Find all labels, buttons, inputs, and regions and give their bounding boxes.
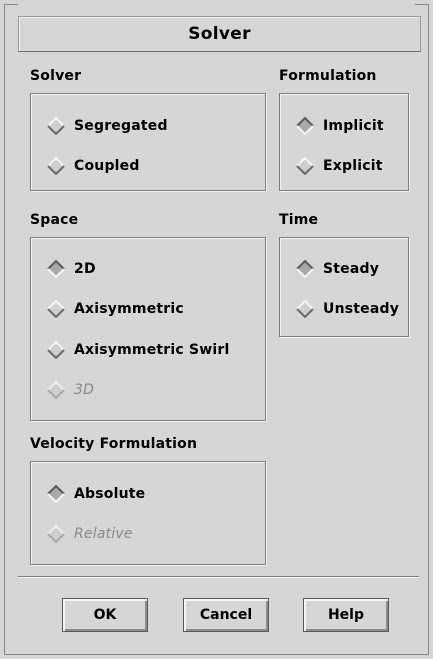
dialog-title: Solver bbox=[188, 24, 251, 44]
time-group-label: Time bbox=[279, 212, 319, 228]
frame-bottom-edge bbox=[4, 654, 429, 655]
diamond-radio-icon bbox=[47, 157, 65, 175]
radio-axisymmetric[interactable]: Axisymmetric bbox=[47, 297, 184, 321]
diamond-radio-icon bbox=[296, 300, 314, 318]
diamond-radio-icon bbox=[47, 300, 65, 318]
formulation-group: Implicit Explicit bbox=[279, 93, 409, 191]
radio-label: Axisymmetric bbox=[74, 301, 184, 317]
velocity-formulation-group-label: Velocity Formulation bbox=[30, 436, 198, 452]
frame-right-edge bbox=[428, 4, 429, 655]
radio-explicit[interactable]: Explicit bbox=[296, 154, 383, 178]
diamond-radio-icon bbox=[47, 381, 65, 399]
radio-label: Steady bbox=[323, 261, 380, 277]
button-separator bbox=[18, 576, 419, 578]
diamond-radio-icon bbox=[47, 525, 65, 543]
radio-label: Coupled bbox=[74, 158, 140, 174]
radio-label: 2D bbox=[74, 261, 96, 277]
cancel-button[interactable]: Cancel bbox=[183, 598, 269, 632]
help-button[interactable]: Help bbox=[303, 598, 389, 632]
radio-3d[interactable]: 3D bbox=[47, 378, 94, 402]
radio-label: Explicit bbox=[323, 158, 383, 174]
radio-2d[interactable]: 2D bbox=[47, 257, 96, 281]
radio-label: Implicit bbox=[323, 118, 384, 134]
diamond-radio-icon bbox=[296, 260, 314, 278]
ok-button[interactable]: OK bbox=[62, 598, 148, 632]
diamond-radio-icon bbox=[47, 117, 65, 135]
velocity-formulation-group: Absolute Relative bbox=[30, 461, 266, 565]
title-bar[interactable]: Solver bbox=[18, 16, 421, 52]
radio-relative[interactable]: Relative bbox=[47, 522, 133, 546]
radio-segregated[interactable]: Segregated bbox=[47, 114, 168, 138]
radio-absolute[interactable]: Absolute bbox=[47, 482, 145, 506]
radio-axisymmetric-swirl[interactable]: Axisymmetric Swirl bbox=[47, 338, 229, 362]
solver-dialog: Solver Solver Segregated Coupled Formula… bbox=[0, 0, 433, 659]
radio-label: Unsteady bbox=[323, 301, 400, 317]
diamond-radio-icon bbox=[47, 485, 65, 503]
space-group-label: Space bbox=[30, 212, 79, 228]
radio-label: Axisymmetric Swirl bbox=[74, 342, 230, 358]
radio-steady[interactable]: Steady bbox=[296, 257, 379, 281]
time-group: Steady Unsteady bbox=[279, 237, 409, 337]
diamond-radio-icon bbox=[296, 157, 314, 175]
frame-left-edge bbox=[4, 4, 5, 655]
radio-unsteady[interactable]: Unsteady bbox=[296, 297, 399, 321]
formulation-group-label: Formulation bbox=[279, 68, 377, 84]
radio-label: Relative bbox=[74, 526, 133, 542]
solver-group-label: Solver bbox=[30, 68, 82, 84]
diamond-radio-icon bbox=[47, 260, 65, 278]
space-group: 2D Axisymmetric Axisymmetric Swirl 3D bbox=[30, 237, 266, 421]
frame-top-tick-left bbox=[4, 4, 18, 5]
radio-label: 3D bbox=[74, 382, 95, 398]
radio-label: Absolute bbox=[74, 486, 146, 502]
solver-group: Segregated Coupled bbox=[30, 93, 266, 191]
frame-top-tick-right bbox=[415, 4, 429, 5]
radio-coupled[interactable]: Coupled bbox=[47, 154, 140, 178]
diamond-radio-icon bbox=[296, 117, 314, 135]
radio-label: Segregated bbox=[74, 118, 168, 134]
diamond-radio-icon bbox=[47, 341, 65, 359]
radio-implicit[interactable]: Implicit bbox=[296, 114, 384, 138]
